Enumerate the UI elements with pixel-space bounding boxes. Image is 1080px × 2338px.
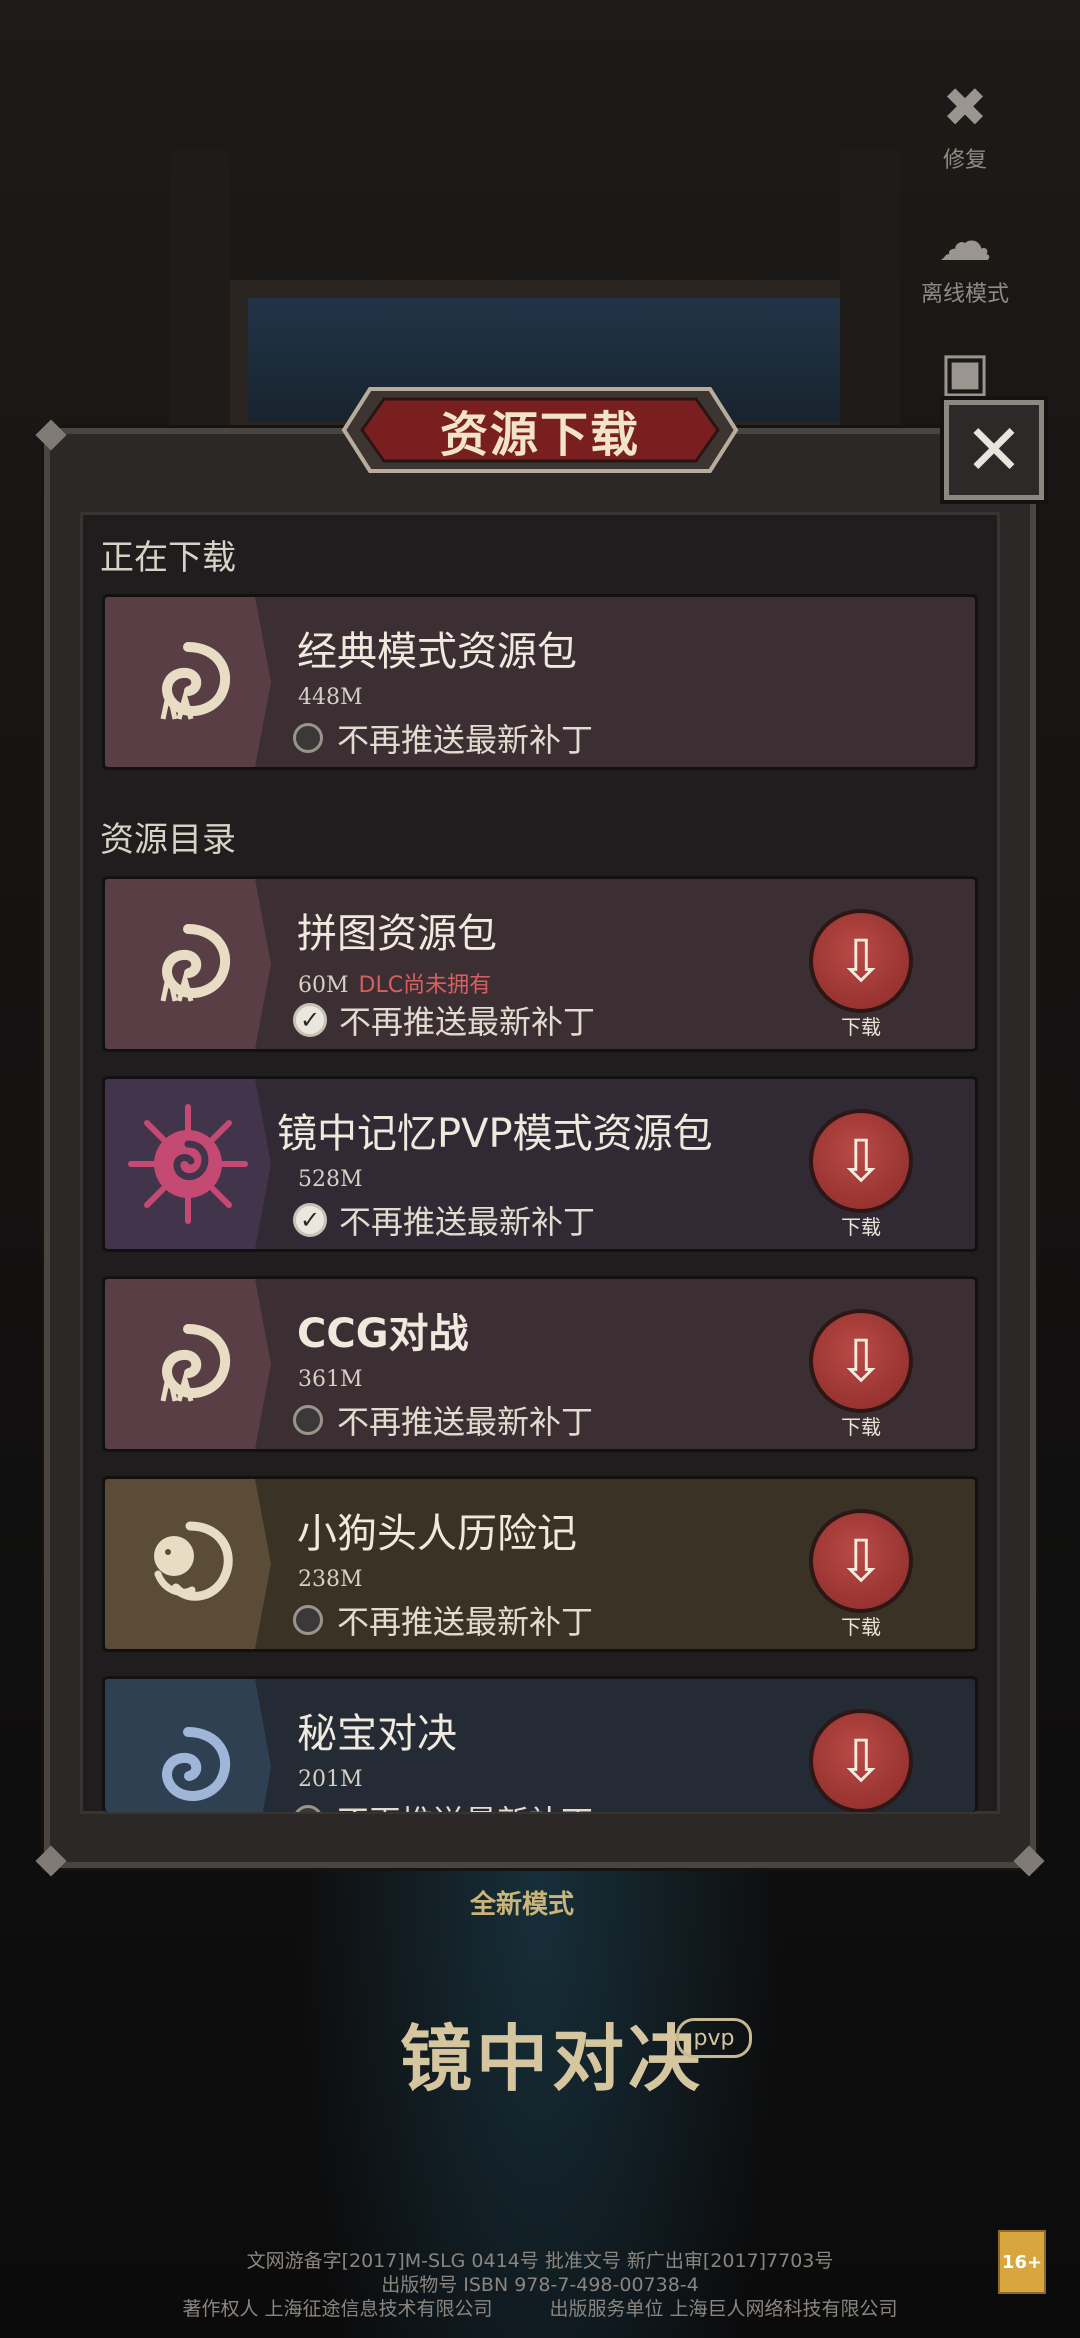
dlc-badge: DLC尚未拥有 (358, 973, 492, 998)
download-button[interactable]: ⇩ (809, 909, 913, 1013)
resource-size: 528M (298, 1167, 363, 1192)
radio-unchecked-icon[interactable] (293, 723, 323, 753)
radio-unchecked-icon[interactable] (293, 1605, 323, 1635)
wrench-icon: ✖ (942, 75, 988, 139)
download-arrow-icon: ⇩ (836, 1127, 886, 1195)
resource-card-pvp[interactable]: 镜中记忆PVP模式资源包 528M ✓ 不再推送最新补丁 ⇩ 下载 (102, 1076, 978, 1252)
download-button[interactable]: ⇩ (809, 1309, 913, 1413)
pvp-badge: pvp (676, 2018, 752, 2058)
resource-card-classic[interactable]: 经典模式资源包 448M 不再推送最新补丁 (102, 594, 978, 770)
resource-name: 镜中记忆PVP模式资源包 (277, 1111, 713, 1157)
checkmark-icon[interactable]: ✓ (293, 1203, 327, 1237)
spiral-icon (105, 597, 271, 767)
game-logo: 镜中对决 (400, 2016, 705, 2101)
download-label: 下载 (841, 1215, 881, 1239)
dog-spiral-icon (105, 1479, 271, 1649)
close-button[interactable]: ✕ (944, 400, 1044, 500)
no-patch-option[interactable]: 不再推送最新补丁 (293, 715, 593, 761)
download-arrow-icon: ⇩ (836, 1327, 886, 1395)
dialog-title: 资源下载 (439, 407, 640, 463)
no-patch-option[interactable]: 不再推送最新补丁 (293, 1597, 593, 1643)
resource-size: 238M (298, 1567, 363, 1592)
resource-size: 60M DLC尚未拥有 (298, 973, 492, 998)
section-downloading: 正在下载 (100, 538, 236, 578)
download-label: 下载 (841, 1415, 881, 1439)
dialog-title-plate: 资源下载 (340, 385, 740, 475)
download-label: 下载 (841, 1615, 881, 1639)
spiral-icon (105, 1279, 271, 1449)
offline-mode-button[interactable]: ☁ 离线模式 (905, 206, 1025, 308)
repair-label: 修复 (942, 148, 987, 173)
no-patch-option[interactable]: 不再推送最新补丁 (293, 1397, 593, 1443)
spiky-spiral-icon (105, 1079, 271, 1249)
resource-card-ccg[interactable]: CCG对战 361M 不再推送最新补丁 ⇩ 下载 (102, 1276, 978, 1452)
no-patch-option[interactable]: 不再推送最新补丁 (293, 1797, 593, 1812)
license-line-2: 出版物号 ISBN 978-7-498-00738-4 (381, 2274, 699, 2296)
resource-size: 361M (298, 1367, 363, 1392)
resource-name: CCG对战 (297, 1311, 469, 1357)
license-line-3: 著作权人 上海征途信息技术有限公司 出版服务单位 上海巨人网络科技有限公司 (182, 2298, 898, 2320)
age-rating-badge: 16+ (998, 2230, 1046, 2294)
new-mode-label: 全新模式 (470, 1890, 575, 1920)
radio-unchecked-icon[interactable] (293, 1805, 323, 1812)
download-label: 下载 (809, 1811, 913, 1812)
download-arrow-icon: ⇩ (836, 1727, 886, 1795)
download-button[interactable]: ⇩ (809, 1509, 913, 1613)
scan-button[interactable]: ▣ (905, 336, 1025, 406)
no-patch-option[interactable]: ✓ 不再推送最新补丁 (293, 1197, 595, 1243)
scan-icon: ▣ (939, 339, 991, 403)
repair-button[interactable]: ✖ 修复 (905, 72, 1025, 174)
cloud-offline-icon: ☁ (938, 209, 992, 273)
no-patch-option[interactable]: ✓ 不再推送最新补丁 (293, 997, 595, 1043)
download-button[interactable]: ⇩ (809, 1109, 913, 1213)
offline-mode-label: 离线模式 (920, 282, 1009, 307)
license-line-1: 文网游备字[2017]M-SLG 0414号 批准文号 新广出审[2017]77… (246, 2250, 834, 2272)
resource-card-treasure[interactable]: 秘宝对决 201M 不再推送最新补丁 ⇩ 下载 (102, 1676, 978, 1812)
resource-card-puzzle[interactable]: 拼图资源包 60M DLC尚未拥有 ✓ 不再推送最新补丁 ⇩ 下载 (102, 876, 978, 1052)
close-icon: ✕ (964, 409, 1024, 491)
resource-size: 201M (298, 1767, 363, 1792)
download-button[interactable]: ⇩ (809, 1709, 913, 1812)
resource-name: 小狗头人历险记 (297, 1511, 577, 1557)
checkmark-icon[interactable]: ✓ (293, 1003, 327, 1037)
resource-name: 秘宝对决 (297, 1711, 457, 1757)
download-label: 下载 (841, 1015, 881, 1039)
resource-size: 448M (298, 685, 363, 710)
resource-card-kobold[interactable]: 小狗头人历险记 238M 不再推送最新补丁 ⇩ 下载 (102, 1476, 978, 1652)
section-catalog: 资源目录 (100, 820, 236, 860)
spiral-icon (105, 879, 271, 1049)
blue-spiral-icon (105, 1679, 271, 1812)
radio-unchecked-icon[interactable] (293, 1405, 323, 1435)
resource-name: 经典模式资源包 (297, 629, 577, 675)
resource-name: 拼图资源包 (297, 911, 497, 957)
download-arrow-icon: ⇩ (836, 1527, 886, 1595)
download-arrow-icon: ⇩ (836, 927, 886, 995)
